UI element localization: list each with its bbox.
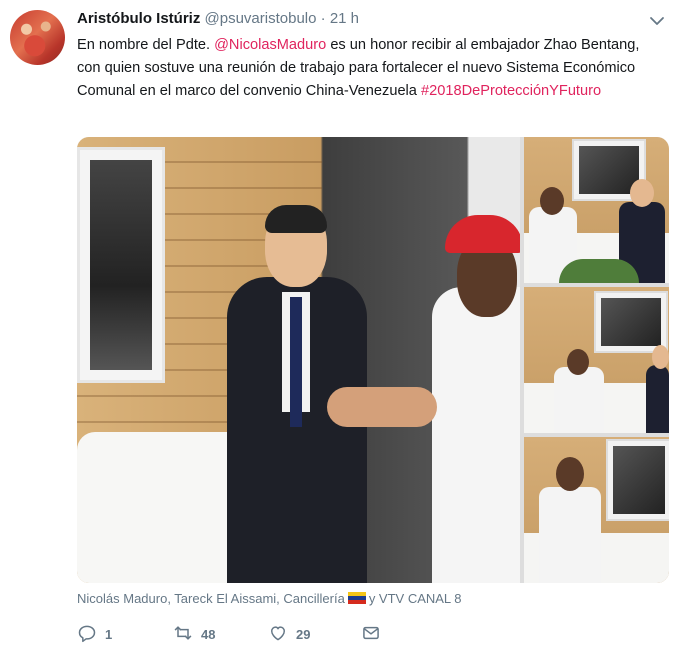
photo-grid <box>77 137 669 583</box>
author-handle[interactable]: @psuvaristobulo <box>205 10 317 27</box>
avatar[interactable] <box>10 10 65 65</box>
reply-icon <box>77 623 97 646</box>
host-figure <box>432 287 520 583</box>
credits-names[interactable]: Nicolás Maduro, Tareck El Aissami, Canci… <box>77 591 345 606</box>
retweet-button[interactable]: 48 <box>173 622 215 646</box>
red-cap <box>445 215 520 253</box>
hashtag-link[interactable]: #2018DeProtecciónYFuturo <box>421 83 601 99</box>
tweet-header: Aristóbulo Istúriz @psuvaristobulo · 21 … <box>77 10 359 27</box>
like-button[interactable]: 29 <box>268 622 310 646</box>
author-name[interactable]: Aristóbulo Istúriz <box>77 10 200 27</box>
message-icon <box>361 623 381 646</box>
mention-link[interactable]: @NicolasMaduro <box>214 37 326 53</box>
venezuela-flag-icon <box>347 592 366 604</box>
direct-message-button[interactable] <box>361 622 381 646</box>
reply-count: 1 <box>105 626 113 642</box>
like-icon <box>268 623 288 646</box>
retweet-icon <box>173 623 193 646</box>
handshake <box>327 387 437 427</box>
separator-dot: · <box>320 10 326 27</box>
credits-source[interactable]: y VTV CANAL 8 <box>369 591 462 606</box>
tweet-text: En nombre del Pdte. @NicolasMaduro es un… <box>77 34 657 103</box>
thumbnail-photo-1[interactable] <box>524 137 669 283</box>
thumbnail-photo-3[interactable] <box>524 437 669 583</box>
like-count: 29 <box>296 626 311 642</box>
plants <box>559 259 639 283</box>
photo-credits[interactable]: Nicolás Maduro, Tareck El Aissami, Canci… <box>77 591 462 606</box>
timestamp[interactable]: 21 h <box>330 10 359 27</box>
wall-portrait <box>594 291 668 353</box>
wall-painting <box>77 147 165 383</box>
tweet-text-part: En nombre del Pdte. <box>77 37 215 53</box>
retweet-count: 48 <box>201 626 216 642</box>
chevron-down-icon[interactable] <box>648 12 666 30</box>
reply-button[interactable]: 1 <box>77 622 112 646</box>
main-photo[interactable] <box>77 137 520 583</box>
thumbnail-photo-2[interactable] <box>524 287 669 433</box>
tweet: Aristóbulo Istúriz @psuvaristobulo · 21 … <box>0 0 680 657</box>
wall-portrait <box>606 439 669 521</box>
